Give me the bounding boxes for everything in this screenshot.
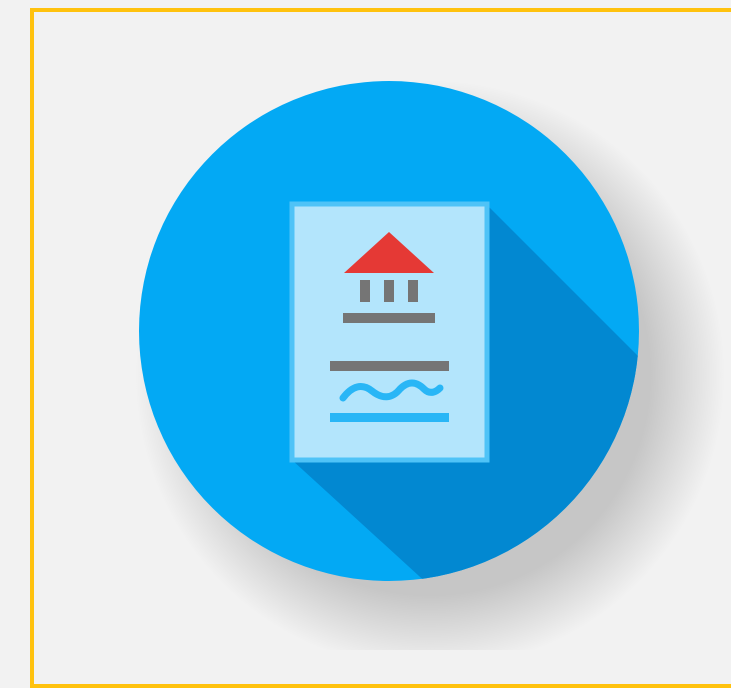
building-column [408,280,418,302]
building-column [384,280,394,302]
building-column [360,280,370,302]
official-document-icon [135,80,725,650]
signature-line [330,413,449,422]
document-text-line [330,361,449,371]
building-base [343,313,435,323]
